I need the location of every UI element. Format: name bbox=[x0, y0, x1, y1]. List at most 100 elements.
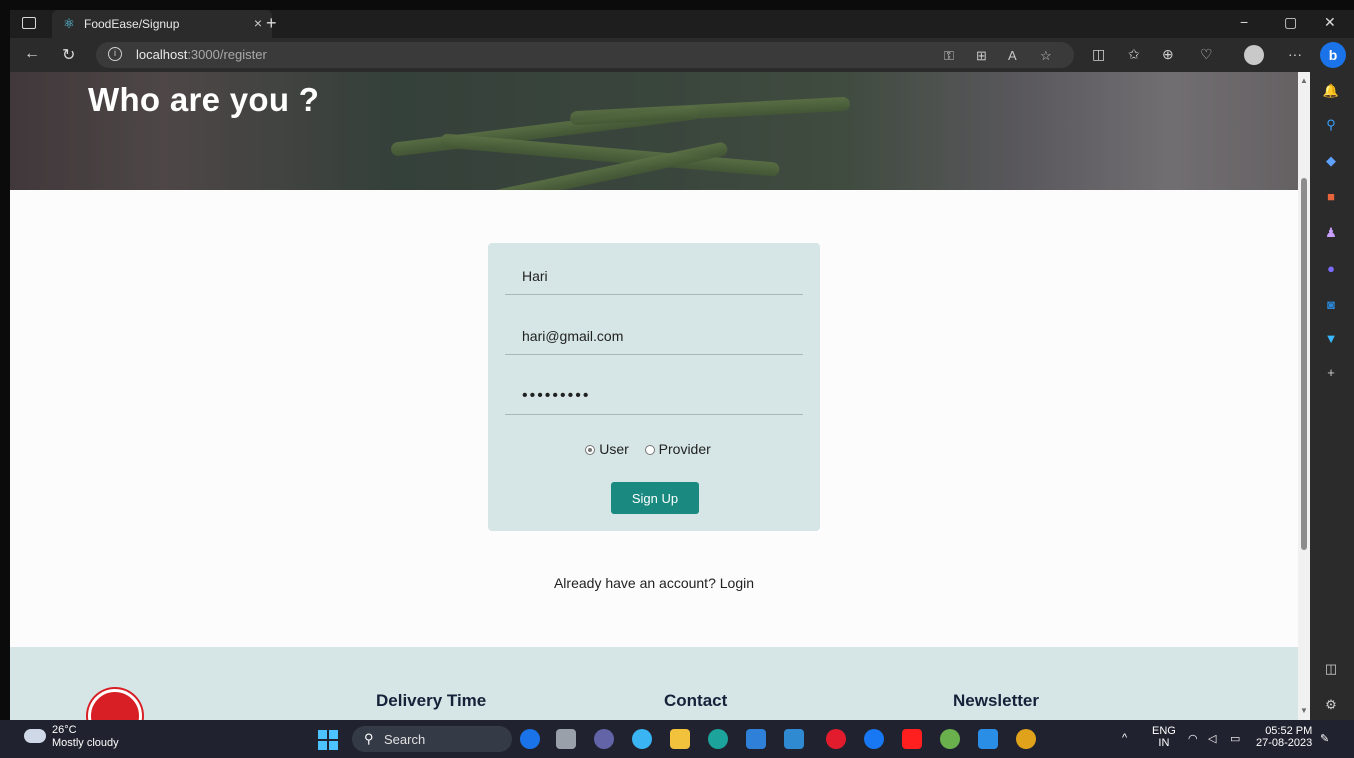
store-app-icon[interactable] bbox=[746, 729, 766, 749]
role-radio-provider[interactable] bbox=[644, 445, 655, 455]
read-aloud-icon[interactable]: A bbox=[1008, 48, 1017, 63]
volume-icon[interactable]: ◁ bbox=[1208, 732, 1216, 745]
email-field[interactable] bbox=[505, 317, 803, 354]
mysql-workbench-icon[interactable] bbox=[784, 729, 804, 749]
file-explorer-icon[interactable] bbox=[670, 729, 690, 749]
tab-title: FoodEase/Signup bbox=[84, 17, 180, 31]
bing-chat-app-icon[interactable] bbox=[520, 729, 540, 749]
browser-toolbar: ← ↻ i localhost:3000/register ⚿ ⊞ A ☆ ◫ … bbox=[10, 38, 1354, 72]
window-close-icon[interactable]: ✕ bbox=[1324, 14, 1336, 31]
microsoft-365-icon[interactable]: ● bbox=[1322, 260, 1340, 278]
url-text: localhost:3000/register bbox=[136, 47, 267, 62]
login-link[interactable]: Already have an account? Login bbox=[10, 575, 1298, 591]
role-radio-user[interactable] bbox=[585, 445, 596, 455]
restaurant-logo-icon bbox=[88, 689, 142, 720]
password-field[interactable] bbox=[505, 377, 803, 414]
hero-banner: Who are you ? bbox=[10, 72, 1298, 190]
email-field-wrapper bbox=[505, 317, 803, 355]
region-code: IN bbox=[1158, 737, 1170, 749]
spring-tool-icon[interactable] bbox=[940, 729, 960, 749]
add-sidebar-app-icon[interactable]: + bbox=[1322, 364, 1340, 382]
teams-chat-icon[interactable] bbox=[594, 729, 614, 749]
url-path: :3000/register bbox=[187, 47, 267, 62]
url-host: localhost bbox=[136, 47, 188, 62]
tab-strip: ⚛ FoodEase/Signup × + − ▢ ✕ bbox=[10, 10, 1354, 38]
name-field-wrapper bbox=[505, 257, 803, 295]
shopping-tag-icon[interactable]: ◆ bbox=[1322, 152, 1340, 170]
temperature: 26°C bbox=[52, 724, 77, 736]
search-icon: ⚲ bbox=[364, 731, 374, 746]
copilot-icon[interactable]: b bbox=[1320, 42, 1346, 68]
tools-icon[interactable]: ■ bbox=[1322, 188, 1340, 206]
new-tab-button[interactable]: + bbox=[266, 13, 277, 34]
page-scrollbar[interactable]: ▲ ▼ bbox=[1298, 72, 1310, 720]
edge-app-icon[interactable] bbox=[708, 729, 728, 749]
drop-icon[interactable]: ▼ bbox=[1322, 330, 1340, 348]
hide-sidebar-icon[interactable]: ◫ bbox=[1322, 660, 1340, 678]
address-bar[interactable]: i localhost:3000/register ⚿ ⊞ A ☆ bbox=[96, 42, 1074, 68]
cloud-icon bbox=[24, 729, 46, 743]
taskbar-search[interactable]: ⚲ Search bbox=[352, 726, 512, 752]
clock[interactable]: 05:52 PM 27-08-2023 bbox=[1256, 725, 1312, 749]
collections-icon[interactable]: ⊕ bbox=[1162, 46, 1174, 63]
restore-icon[interactable]: ▢ bbox=[1284, 14, 1297, 31]
task-view-icon[interactable] bbox=[556, 729, 576, 749]
notifications-icon[interactable]: 🔔 bbox=[1322, 82, 1340, 100]
footer-newsletter-heading: Newsletter bbox=[953, 691, 1039, 710]
vscode-app-icon[interactable] bbox=[978, 729, 998, 749]
password-field-wrapper bbox=[505, 377, 803, 415]
clock-time: 05:52 PM bbox=[1265, 725, 1313, 737]
page-viewport: Who are you ? User Provider Sign Up Alre… bbox=[10, 72, 1298, 720]
wifi-icon[interactable]: ◠ bbox=[1188, 732, 1198, 745]
split-screen-icon[interactable]: ◫ bbox=[1092, 46, 1105, 63]
app-available-icon[interactable]: ⊞ bbox=[976, 48, 987, 64]
windows-start-icon[interactable] bbox=[318, 730, 338, 750]
more-menu-icon[interactable]: ··· bbox=[1288, 46, 1302, 62]
site-info-icon[interactable]: i bbox=[108, 47, 122, 61]
browser-essentials-icon[interactable]: ♡ bbox=[1200, 46, 1213, 63]
minimize-icon[interactable]: − bbox=[1240, 14, 1248, 30]
facebook-app-icon[interactable] bbox=[864, 729, 884, 749]
signup-form: User Provider Sign Up bbox=[488, 243, 820, 531]
taskbar: 26°C Mostly cloudy ⚲ Search ^ ENG IN ◠ ◁… bbox=[0, 720, 1354, 758]
screen: ⚛ FoodEase/Signup × + − ▢ ✕ ← ↻ i localh… bbox=[0, 0, 1354, 758]
tab-foodease-signup[interactable]: ⚛ FoodEase/Signup × bbox=[52, 10, 272, 38]
sidebar-settings-icon[interactable]: ⚙ bbox=[1322, 696, 1340, 714]
favorites-icon[interactable]: ✩ bbox=[1128, 46, 1140, 63]
weather-widget[interactable]: 26°C Mostly cloudy bbox=[52, 724, 119, 750]
back-icon[interactable]: ← bbox=[24, 45, 40, 63]
weather-condition: Mostly cloudy bbox=[52, 737, 119, 749]
notification-center-icon[interactable]: ✎ bbox=[1320, 732, 1329, 745]
footer: Delivery Time Contact Newsletter bbox=[10, 647, 1298, 720]
edge-sidebar: 🔔 ⚲ ◆ ■ ♟ ● ◙ ▼ + ◫ ⚙ bbox=[1310, 72, 1354, 720]
chrome-app-icon[interactable] bbox=[1016, 729, 1036, 749]
page-title: Who are you ? bbox=[88, 81, 320, 118]
role-label-user: User bbox=[599, 441, 629, 457]
profile-avatar[interactable] bbox=[1244, 45, 1264, 65]
favorite-star-icon[interactable]: ☆ bbox=[1040, 48, 1052, 64]
sidebar-search-icon[interactable]: ⚲ bbox=[1322, 116, 1340, 134]
language-indicator[interactable]: ENG IN bbox=[1152, 725, 1176, 749]
sign-up-button[interactable]: Sign Up bbox=[611, 482, 699, 514]
language-code: ENG bbox=[1152, 725, 1176, 737]
footer-contact-heading: Contact bbox=[664, 691, 728, 710]
clock-date: 27-08-2023 bbox=[1256, 737, 1313, 749]
scroll-down-icon[interactable]: ▼ bbox=[1300, 706, 1308, 715]
key-icon[interactable]: ⚿ bbox=[944, 48, 954, 64]
scrollbar-thumb[interactable] bbox=[1301, 178, 1307, 550]
tray-overflow-icon[interactable]: ^ bbox=[1122, 732, 1127, 744]
footer-delivery-time-heading: Delivery Time bbox=[376, 691, 487, 710]
tab-close-icon[interactable]: × bbox=[254, 15, 262, 31]
opera-app-icon[interactable] bbox=[826, 729, 846, 749]
refresh-icon[interactable]: ↻ bbox=[62, 45, 75, 65]
scroll-up-icon[interactable]: ▲ bbox=[1300, 76, 1308, 85]
outlook-icon[interactable]: ◙ bbox=[1322, 296, 1340, 314]
name-field[interactable] bbox=[505, 257, 803, 294]
youtube-app-icon[interactable] bbox=[902, 729, 922, 749]
copilot-app-icon[interactable] bbox=[632, 729, 652, 749]
tab-actions-icon[interactable] bbox=[22, 17, 36, 29]
role-selector: User Provider bbox=[488, 441, 820, 457]
battery-icon[interactable]: ▭ bbox=[1230, 732, 1240, 745]
search-label: Search bbox=[384, 732, 426, 747]
games-icon[interactable]: ♟ bbox=[1322, 224, 1340, 242]
